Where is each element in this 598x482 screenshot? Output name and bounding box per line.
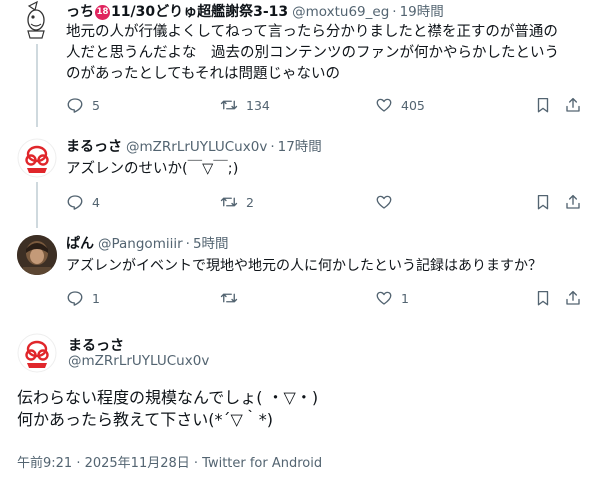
share-icon — [564, 289, 582, 307]
avatar-moxtu[interactable] — [17, 0, 57, 40]
like-icon — [375, 96, 393, 114]
separator: · — [270, 139, 275, 155]
reply-count: 5 — [92, 97, 100, 113]
like-icon — [375, 289, 393, 307]
reply-button[interactable]: 4 — [66, 192, 100, 212]
bookmark-button[interactable] — [534, 95, 552, 115]
action-bar: 5 134 405 — [66, 95, 586, 115]
text-line: アズレンがイベントで現地や地元の人に何かしたという記録はありますか？ — [66, 258, 542, 274]
text-line: のがあったとしてもそれは問題じゃないの — [66, 66, 341, 82]
bookmark-button[interactable] — [534, 288, 552, 308]
text-line: 地元の人が行儀よくしてねって言ったら分かりましたと襟を正すのが普通の — [66, 24, 558, 40]
avatar-marussa[interactable] — [17, 138, 57, 178]
display-name[interactable]: まるっさ — [68, 335, 124, 355]
handle[interactable]: @mZRrLrUYLUCux0v — [126, 138, 267, 156]
display-name[interactable]: まるっさ — [66, 138, 122, 156]
avatar-pan[interactable] — [17, 235, 57, 275]
handle[interactable]: @moxtu69_eg — [292, 3, 389, 21]
tweet-text: 地元の人が行儀よくしてねって言ったら分かりましたと襟を正すのが普通の 人だと思う… — [66, 22, 559, 85]
text-line: 人だと思うんだよな 過去の別コンテンツのファンが何かやらかしたという — [66, 45, 559, 61]
avatar-marussa-main[interactable] — [17, 333, 57, 373]
reply-button[interactable]: 1 — [66, 288, 100, 308]
age-badge: 18 — [95, 4, 110, 20]
like-button[interactable] — [375, 192, 393, 212]
separator: · — [392, 4, 397, 20]
bookmark-icon — [534, 96, 552, 114]
like-button[interactable]: 1 — [375, 288, 409, 308]
display-name-suffix[interactable]: 11/30どりゅ超艦謝祭3-13 — [111, 3, 288, 21]
retweet-icon — [220, 96, 238, 114]
retweet-button[interactable] — [220, 288, 238, 308]
reply-count: 1 — [92, 290, 100, 306]
action-bar: 4 2 — [66, 192, 586, 212]
like-icon — [375, 193, 393, 211]
text-line: アズレンのせいか(￣▽￣;) — [66, 161, 239, 177]
tweet-text: アズレンのせいか(￣▽￣;) — [66, 159, 238, 180]
reply-icon — [66, 193, 84, 211]
text-line: 伝わらない程度の規模なんでしょ( ・▽・) — [17, 388, 319, 407]
tweet-text: 伝わらない程度の規模なんでしょ( ・▽・) 何かあったら教えて下さい(*´▽｀*… — [17, 387, 318, 431]
retweet-icon — [220, 289, 238, 307]
bookmark-button[interactable] — [534, 192, 552, 212]
tweet-header: っち 18 11/30どりゅ超艦謝祭3-13 @moxtu69_eg · 19時… — [66, 3, 444, 21]
like-count: 405 — [401, 97, 425, 113]
retweet-button[interactable]: 134 — [220, 95, 270, 115]
timestamp[interactable]: 19時間 — [400, 3, 444, 21]
bookmark-icon — [534, 289, 552, 307]
display-name[interactable]: っち — [66, 3, 94, 21]
separator: · — [185, 236, 190, 252]
timestamp[interactable]: 5時間 — [193, 235, 229, 253]
tweet-header: まるっさ @mZRrLrUYLUCux0v · 17時間 — [66, 138, 322, 156]
tweet-header: ぱん @Pangomiiir · 5時間 — [66, 235, 229, 253]
retweet-icon — [220, 193, 238, 211]
thread-connector — [36, 44, 38, 127]
text-line: 何かあったら教えて下さい(*´▽｀*) — [17, 410, 273, 429]
like-count: 1 — [401, 290, 409, 306]
share-icon — [564, 193, 582, 211]
like-button[interactable]: 405 — [375, 95, 425, 115]
thread-connector — [36, 182, 38, 228]
tweet-text: アズレンがイベントで現地や地元の人に何かしたという記録はありますか？ — [66, 256, 542, 277]
reply-count: 4 — [92, 194, 100, 210]
reply-button[interactable]: 5 — [66, 95, 100, 115]
handle[interactable]: @Pangomiiir — [98, 235, 183, 253]
share-button[interactable] — [564, 95, 582, 115]
retweet-count: 134 — [246, 97, 270, 113]
display-name[interactable]: ぱん — [66, 235, 94, 253]
retweet-button[interactable]: 2 — [220, 192, 254, 212]
share-icon — [564, 96, 582, 114]
handle[interactable]: @mZRrLrUYLUCux0v — [68, 353, 209, 369]
reply-icon — [66, 289, 84, 307]
action-bar: 1 1 — [66, 288, 586, 308]
bookmark-icon — [534, 193, 552, 211]
share-button[interactable] — [564, 288, 582, 308]
reply-icon — [66, 96, 84, 114]
retweet-count: 2 — [246, 194, 254, 210]
share-button[interactable] — [564, 192, 582, 212]
timestamp[interactable]: 17時間 — [278, 138, 322, 156]
tweet-meta[interactable]: 午前9:21 · 2025年11月28日 · Twitter for Andro… — [17, 452, 322, 471]
